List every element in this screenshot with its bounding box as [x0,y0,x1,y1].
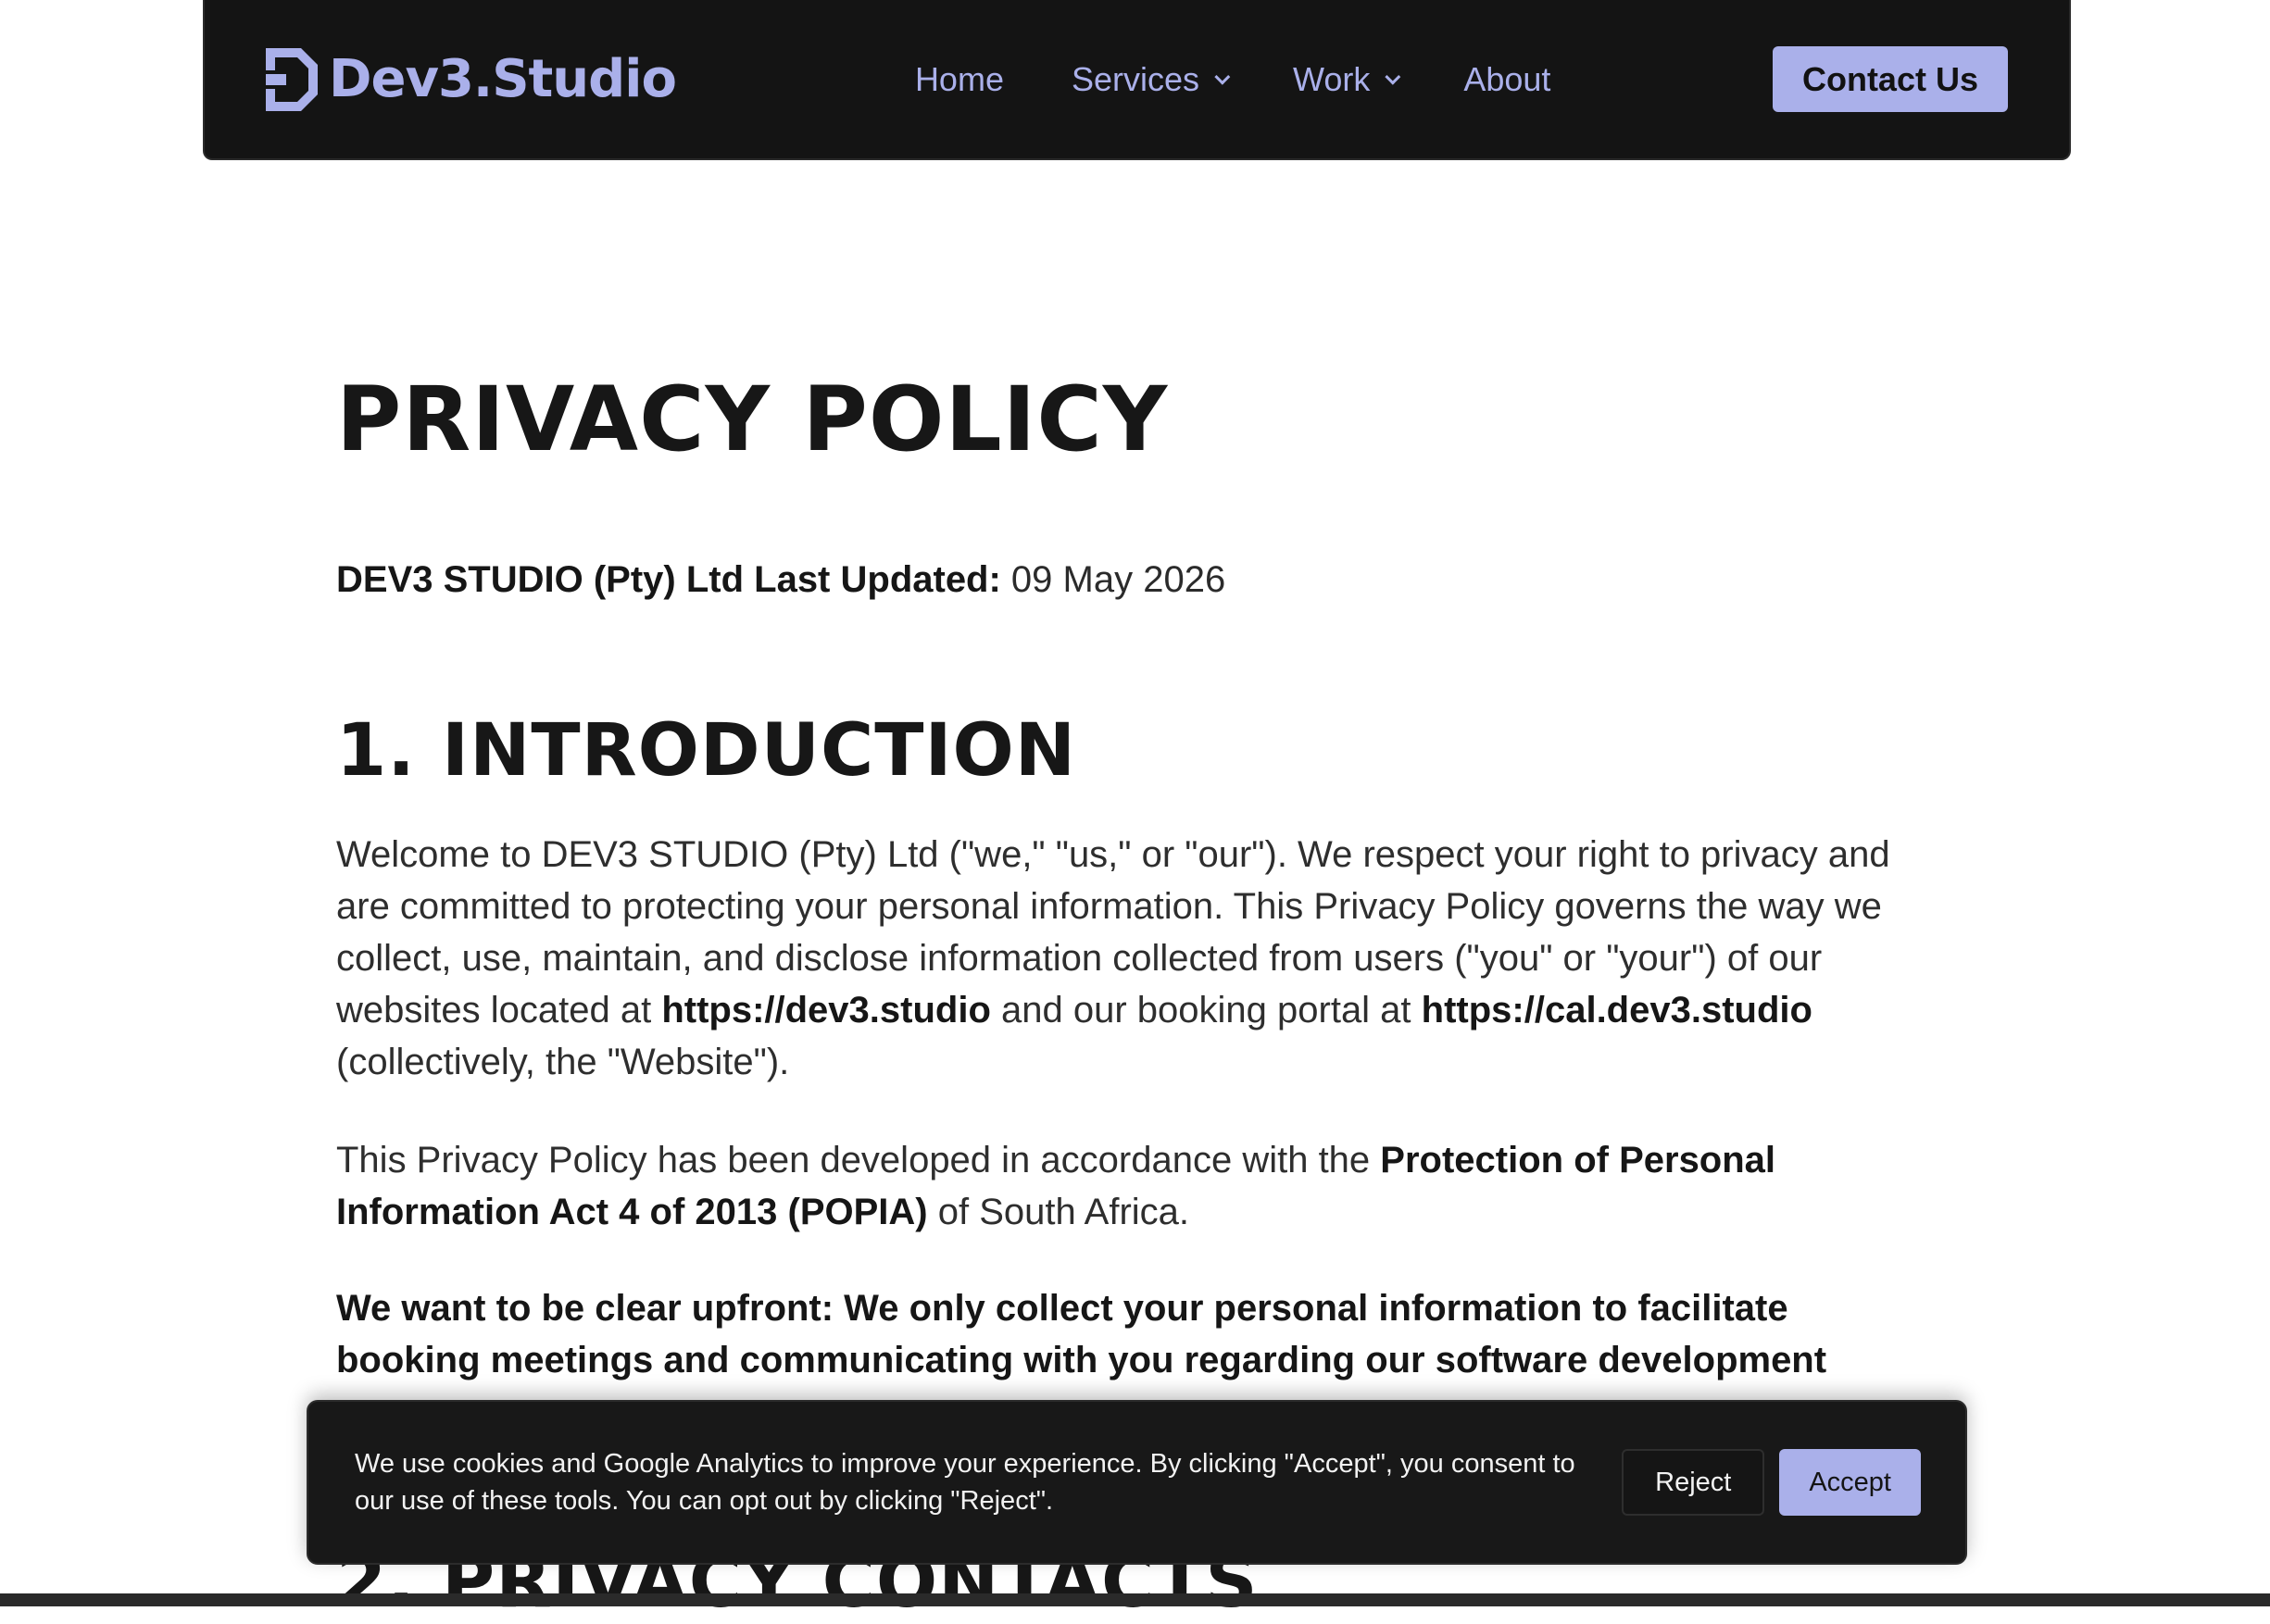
intro-paragraph: Welcome to DEV3 STUDIO (Pty) Ltd ("we," … [336,829,1911,1088]
upfront-statement: We want to be clear upfront: We only col… [336,1288,1827,1380]
contact-us-button[interactable]: Contact Us [1772,46,2008,112]
cookie-banner: We use cookies and Google Analytics to i… [307,1400,1967,1565]
cookie-actions: Reject Accept [1622,1449,1921,1516]
intro-text-3: (collectively, the "Website"). [336,1042,790,1082]
dev3-logo-icon [266,47,318,111]
page-title: PRIVACY POLICY [336,368,1169,471]
window-bottom-edge [0,1593,2270,1606]
last-updated-date: 09 May 2026 [1000,559,1226,600]
dev3-studio-link[interactable]: https://dev3.studio [661,990,991,1031]
nav-services-label: Services [1071,59,1200,98]
chevron-down-icon [1385,69,1401,85]
main-nav: Home Services Work About [915,60,1551,99]
nav-home-label: Home [914,59,1004,98]
chevron-down-icon [1214,69,1231,85]
brand-name: Dev3.Studio [329,48,677,109]
popia-paragraph: This Privacy Policy has been developed i… [336,1134,1911,1238]
section-heading-introduction: 1. INTRODUCTION [336,709,1077,793]
cookie-banner-text: We use cookies and Google Analytics to i… [355,1449,1575,1516]
nav-about[interactable]: About [1463,60,1550,99]
last-updated-label: DEV3 STUDIO (Pty) Ltd Last Updated: [336,559,1001,600]
intro-text-2: and our booking portal at [990,990,1422,1031]
nav-work-label: Work [1293,59,1371,98]
popia-text-2: of South Africa. [927,1192,1190,1232]
popia-text-1: This Privacy Policy has been developed i… [336,1140,1381,1181]
nav-home[interactable]: Home [915,60,1004,99]
accept-cookies-button[interactable]: Accept [1779,1449,1921,1516]
cal-dev3-studio-link[interactable]: https://cal.dev3.studio [1422,990,1812,1031]
site-header: Dev3.Studio Home Services Work About Con… [203,0,2071,160]
nav-work[interactable]: Work [1293,59,1401,99]
nav-about-label: About [1463,59,1551,98]
last-updated: DEV3 STUDIO (Pty) Ltd Last Updated: 09 M… [336,559,1225,601]
nav-services[interactable]: Services [1071,59,1231,99]
brand-logo-link[interactable]: Dev3.Studio [264,46,677,113]
reject-cookies-button[interactable]: Reject [1622,1449,1765,1516]
